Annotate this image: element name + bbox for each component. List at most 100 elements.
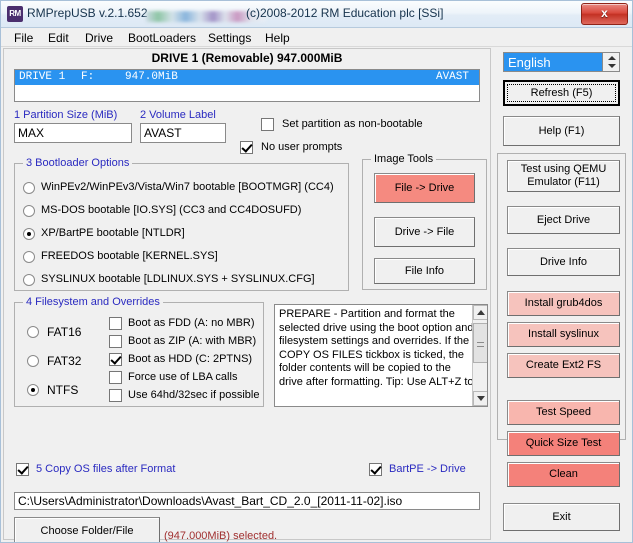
- client-area: DRIVE 1 (Removable) 947.000MiB DRIVE 1 F…: [3, 48, 630, 542]
- set-partition-non-bootable-label: Set partition as non-bootable: [282, 118, 423, 130]
- volume-label-label: 2 Volume Label: [140, 109, 216, 121]
- scroll-down-icon[interactable]: [473, 391, 487, 406]
- window-title: RMPrepUSB v.2.1.652: [27, 6, 148, 20]
- drive-list-row[interactable]: DRIVE 1 F: 947.0MiB AVAST: [15, 70, 479, 85]
- radio-fat16-label: FAT16: [47, 325, 82, 339]
- scroll-up-icon[interactable]: [473, 305, 487, 320]
- filesystem-overrides-title: 4 Filesystem and Overrides: [23, 296, 163, 308]
- choose-folder-file-button[interactable]: Choose Folder/File: [14, 517, 160, 542]
- quick-size-test-button[interactable]: Quick Size Test: [507, 431, 620, 456]
- rmprepusb-window: RM RMPrepUSB v.2.1.652 (c)2008-2012 RM E…: [0, 0, 633, 543]
- main-panel: DRIVE 1 (Removable) 947.000MiB DRIVE 1 F…: [3, 48, 491, 542]
- image-tools-title: Image Tools: [371, 153, 437, 165]
- menu-item-drive[interactable]: Drive: [80, 30, 118, 46]
- refresh-label: Refresh (F5): [530, 86, 593, 99]
- no-user-prompts-checkbox[interactable]: [240, 141, 253, 154]
- title-bar: RM RMPrepUSB v.2.1.652 (c)2008-2012 RM E…: [1, 1, 632, 28]
- clean-button[interactable]: Clean: [507, 462, 620, 487]
- drive-list[interactable]: DRIVE 1 F: 947.0MiB AVAST: [14, 69, 480, 102]
- right-toolbar: English Refresh (F5) Help (F1) Test usin…: [493, 48, 630, 540]
- menu-item-help[interactable]: Help: [260, 30, 295, 46]
- install-syslinux-button[interactable]: Install syslinux: [507, 322, 620, 347]
- language-value: English: [508, 55, 551, 70]
- language-spinner[interactable]: [602, 53, 619, 71]
- boot-as-fdd-checkbox[interactable]: [109, 317, 122, 330]
- app-logo-icon: RM: [7, 6, 23, 22]
- drive-heading: DRIVE 1 (Removable) 947.000MiB: [151, 51, 343, 65]
- eject-drive-button[interactable]: Eject Drive: [507, 206, 620, 234]
- qemu-test-button[interactable]: Test using QEMU Emulator (F11): [507, 160, 620, 192]
- file-info-button[interactable]: File Info: [374, 258, 475, 284]
- qemu-label-line1: Test using QEMU: [520, 163, 607, 175]
- radio-msdos[interactable]: [23, 205, 35, 217]
- radio-xp-bartpe[interactable]: [23, 228, 35, 240]
- description-text: PREPARE - Partition and format the selec…: [279, 308, 474, 388]
- menu-item-file[interactable]: File: [9, 30, 38, 46]
- selected-size-status: (947.000MiB) selected.: [164, 530, 278, 542]
- qemu-label-line2: Emulator (F11): [527, 176, 600, 188]
- force-lba-checkbox[interactable]: [109, 371, 122, 384]
- menu-bar: File Edit Drive BootLoaders Settings Help: [1, 28, 632, 47]
- boot-as-hdd-label: Boot as HDD (C: 2PTNS): [128, 353, 253, 365]
- file-to-drive-label: File -> Drive: [394, 181, 455, 194]
- scrollbar-thumb[interactable]: [473, 323, 487, 363]
- filesystem-overrides-group: 4 Filesystem and Overrides FAT16 FAT32 N…: [14, 296, 264, 407]
- radio-fat16[interactable]: [27, 326, 39, 338]
- radio-freedos[interactable]: [23, 251, 35, 263]
- description-scrollbar[interactable]: [472, 305, 487, 406]
- close-button[interactable]: x: [581, 3, 628, 25]
- exit-button[interactable]: Exit: [503, 503, 620, 531]
- source-path-input[interactable]: [14, 492, 480, 510]
- test-speed-label: Test Speed: [535, 406, 592, 418]
- eject-drive-label: Eject Drive: [536, 213, 591, 226]
- drive-info-label: Drive Info: [539, 255, 588, 268]
- set-partition-non-bootable-checkbox[interactable]: [261, 118, 274, 131]
- radio-ntfs-label: NTFS: [47, 383, 79, 397]
- no-user-prompts-label: No user prompts: [261, 141, 343, 153]
- bootloader-options-group: 3 Bootloader Options WinPEv2/WinPEv3/Vis…: [14, 157, 349, 291]
- partition-size-input[interactable]: [14, 123, 132, 143]
- choose-folder-file-label: Choose Folder/File: [40, 524, 134, 537]
- test-speed-button[interactable]: Test Speed: [507, 400, 620, 425]
- bootloader-options-title: 3 Bootloader Options: [23, 157, 133, 169]
- radio-winpe[interactable]: [23, 182, 35, 194]
- language-combo[interactable]: English: [503, 52, 620, 72]
- copy-os-files-checkbox[interactable]: [16, 463, 29, 476]
- menu-item-settings[interactable]: Settings: [203, 30, 256, 46]
- use-64hd-32sec-label: Use 64hd/32sec if possible: [128, 389, 260, 401]
- bartpe-to-drive-checkbox[interactable]: [369, 463, 382, 476]
- spinner-up-icon[interactable]: [608, 56, 616, 60]
- file-to-drive-button[interactable]: File -> Drive: [374, 173, 475, 203]
- file-info-label: File Info: [404, 264, 445, 277]
- drive-row-size: 947.0MiB: [125, 71, 178, 83]
- radio-syslinux[interactable]: [23, 274, 35, 286]
- copyright-text: (c)2008-2012 RM Education plc [SSi]: [246, 6, 444, 20]
- menu-item-bootloaders[interactable]: BootLoaders: [123, 30, 201, 46]
- description-box: PREPARE - Partition and format the selec…: [274, 304, 488, 407]
- spinner-down-icon[interactable]: [608, 64, 616, 68]
- volume-label-input[interactable]: [140, 123, 226, 143]
- boot-as-zip-label: Boot as ZIP (A: with MBR): [128, 335, 257, 347]
- radio-fat32-label: FAT32: [47, 354, 82, 368]
- create-ext2-fs-button[interactable]: Create Ext2 FS: [507, 353, 620, 378]
- quick-size-test-label: Quick Size Test: [525, 437, 602, 449]
- install-grub4dos-button[interactable]: Install grub4dos: [507, 291, 620, 316]
- refresh-button[interactable]: Refresh (F5): [503, 80, 620, 106]
- radio-fat32[interactable]: [27, 355, 39, 367]
- clean-label: Clean: [549, 468, 578, 480]
- install-grub4dos-label: Install grub4dos: [524, 297, 603, 309]
- boot-as-zip-checkbox[interactable]: [109, 335, 122, 348]
- radio-syslinux-label: SYSLINUX bootable [LDLINUX.SYS + SYSLINU…: [41, 273, 315, 285]
- exit-label: Exit: [552, 510, 571, 523]
- radio-freedos-label: FREEDOS bootable [KERNEL.SYS]: [41, 250, 218, 262]
- menu-item-edit[interactable]: Edit: [43, 30, 74, 46]
- use-64hd-32sec-checkbox[interactable]: [109, 389, 122, 402]
- help-button[interactable]: Help (F1): [503, 116, 620, 146]
- force-lba-label: Force use of LBA calls: [128, 371, 238, 383]
- radio-ntfs[interactable]: [27, 384, 39, 396]
- boot-as-hdd-checkbox[interactable]: [109, 353, 122, 366]
- drive-info-button[interactable]: Drive Info: [507, 248, 620, 276]
- radio-xp-bartpe-label: XP/BartPE bootable [NTLDR]: [41, 227, 185, 239]
- drive-row-name: DRIVE 1: [19, 71, 66, 83]
- drive-to-file-button[interactable]: Drive -> File: [374, 217, 475, 247]
